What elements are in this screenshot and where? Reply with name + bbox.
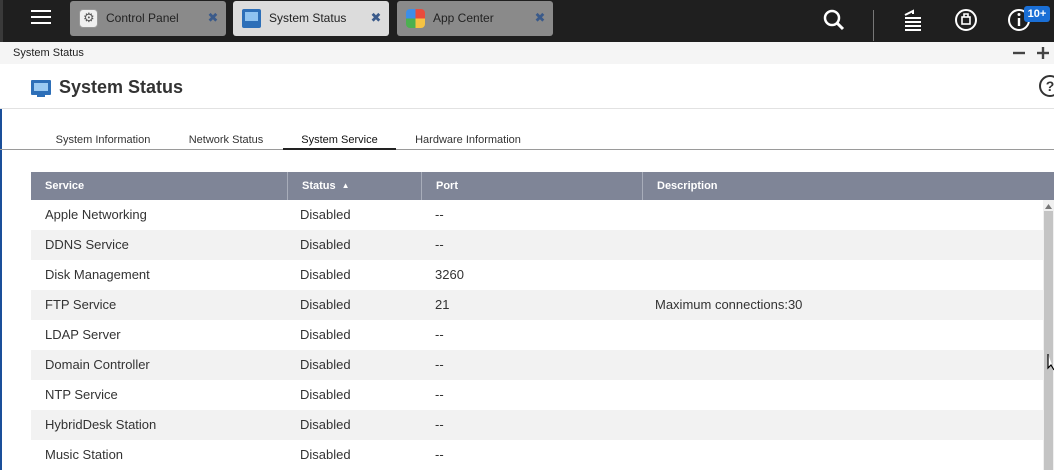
cell-description bbox=[641, 380, 655, 410]
column-label: Port bbox=[436, 180, 458, 192]
scroll-up-icon[interactable] bbox=[1043, 202, 1054, 211]
cell-description: Maximum connections:30 bbox=[655, 297, 803, 312]
cell-status: Disabled bbox=[300, 387, 351, 402]
cell-status: Disabled bbox=[300, 447, 351, 462]
cell-service: LDAP Server bbox=[45, 327, 121, 342]
maximize-button[interactable] bbox=[1033, 43, 1053, 63]
cell-service: Apple Networking bbox=[45, 207, 147, 222]
cell-description bbox=[641, 320, 655, 350]
table-row[interactable]: Music Station Disabled -- bbox=[31, 440, 1043, 470]
table-scrollbar[interactable] bbox=[1043, 200, 1054, 470]
app-center-icon bbox=[406, 9, 425, 28]
taskbar: Control Panel ✖ System Status ✖ App Cent… bbox=[0, 0, 1054, 42]
table-row[interactable]: HybridDesk Station Disabled -- bbox=[31, 410, 1043, 440]
tab-control-panel[interactable]: Control Panel ✖ bbox=[70, 1, 226, 36]
column-header-service[interactable]: Service bbox=[31, 172, 288, 200]
window-titlebar: System Status bbox=[0, 42, 1054, 64]
menu-line bbox=[31, 10, 51, 12]
cell-status: Disabled bbox=[300, 237, 351, 252]
cell-service: Music Station bbox=[45, 447, 124, 462]
cell-port: -- bbox=[435, 417, 444, 432]
main-menu-button[interactable] bbox=[27, 6, 55, 34]
tab-hardware-information[interactable]: Hardware Information bbox=[406, 128, 530, 150]
column-label: Status bbox=[302, 180, 336, 192]
subtab-bar: System Information Network Status System… bbox=[0, 128, 1054, 150]
menu-line bbox=[31, 22, 51, 24]
cell-service: DDNS Service bbox=[45, 237, 129, 252]
column-header-status[interactable]: Status ▲ bbox=[288, 172, 422, 200]
tab-label: App Center bbox=[433, 11, 494, 25]
cell-port: -- bbox=[435, 327, 444, 342]
cell-status: Disabled bbox=[300, 327, 351, 342]
cell-description bbox=[641, 350, 655, 380]
scroll-thumb[interactable] bbox=[1044, 211, 1053, 470]
service-table: Service Status ▲ Port Description Apple N… bbox=[31, 172, 1054, 470]
cell-service: Disk Management bbox=[45, 267, 150, 282]
column-label: Service bbox=[45, 180, 85, 192]
mouse-cursor-icon bbox=[1047, 353, 1054, 376]
table-row[interactable]: DDNS Service Disabled -- bbox=[31, 230, 1043, 260]
cell-service: Domain Controller bbox=[45, 357, 150, 372]
table-row[interactable]: Domain Controller Disabled -- bbox=[31, 350, 1043, 380]
taskbar-edge bbox=[0, 0, 3, 42]
close-icon[interactable]: ✖ bbox=[533, 11, 547, 25]
cell-description bbox=[641, 230, 655, 260]
table-row[interactable]: FTP Service Disabled 21 Maximum connecti… bbox=[31, 290, 1043, 320]
window-border bbox=[0, 64, 2, 470]
tab-label: System Status bbox=[269, 11, 347, 25]
cell-description bbox=[641, 440, 655, 470]
tab-system-status[interactable]: System Status ✖ bbox=[233, 1, 389, 36]
system-status-icon bbox=[31, 80, 51, 97]
column-label: Description bbox=[657, 180, 718, 192]
window-title: System Status bbox=[13, 47, 84, 59]
column-header-description[interactable]: Description bbox=[643, 172, 1054, 200]
minimize-button[interactable] bbox=[1009, 43, 1029, 63]
cell-port: 3260 bbox=[435, 267, 464, 282]
close-icon[interactable]: ✖ bbox=[369, 11, 383, 25]
table-row[interactable]: Apple Networking Disabled -- bbox=[31, 200, 1043, 230]
cell-status: Disabled bbox=[300, 267, 351, 282]
system-status-icon bbox=[242, 9, 261, 28]
cell-description bbox=[641, 200, 655, 230]
sort-ascending-icon: ▲ bbox=[341, 181, 350, 190]
cell-status: Disabled bbox=[300, 207, 351, 222]
menu-line bbox=[31, 16, 51, 18]
cell-port: -- bbox=[435, 207, 444, 222]
cell-status: Disabled bbox=[300, 297, 351, 312]
cell-port: -- bbox=[435, 357, 444, 372]
table-row[interactable]: NTP Service Disabled -- bbox=[31, 380, 1043, 410]
cell-service: NTP Service bbox=[45, 387, 118, 402]
tab-system-service[interactable]: System Service bbox=[283, 128, 396, 150]
cell-description bbox=[641, 260, 655, 290]
column-header-port[interactable]: Port bbox=[422, 172, 643, 200]
cell-port: -- bbox=[435, 237, 444, 252]
table-row[interactable]: Disk Management Disabled 3260 bbox=[31, 260, 1043, 290]
tab-app-center[interactable]: App Center ✖ bbox=[397, 1, 553, 36]
tab-network-status[interactable]: Network Status bbox=[176, 128, 276, 150]
table-row[interactable]: LDAP Server Disabled -- bbox=[31, 320, 1043, 350]
page-title: System Status bbox=[59, 77, 184, 97]
tab-system-information[interactable]: System Information bbox=[42, 128, 164, 150]
table-body: Apple Networking Disabled -- DDNS Servic… bbox=[31, 200, 1043, 470]
cell-port: -- bbox=[435, 447, 444, 462]
cell-service: FTP Service bbox=[45, 297, 117, 312]
page-header: System Status bbox=[0, 64, 1054, 109]
external-device-icon[interactable] bbox=[951, 5, 981, 35]
table-header: Service Status ▲ Port Description bbox=[31, 172, 1054, 200]
cell-service: HybridDesk Station bbox=[45, 417, 157, 432]
cell-port: 21 bbox=[435, 297, 450, 312]
background-tasks-icon[interactable] bbox=[898, 5, 928, 35]
cell-status: Disabled bbox=[300, 417, 351, 432]
tab-label: Control Panel bbox=[106, 11, 179, 25]
help-icon[interactable]: ? bbox=[1039, 75, 1054, 97]
search-icon[interactable] bbox=[819, 5, 849, 35]
notification-badge: 10+ bbox=[1024, 6, 1050, 22]
control-panel-icon bbox=[79, 9, 98, 28]
close-icon[interactable]: ✖ bbox=[206, 11, 220, 25]
taskbar-separator bbox=[873, 10, 874, 41]
cell-port: -- bbox=[435, 387, 444, 402]
cell-status: Disabled bbox=[300, 357, 351, 372]
cell-description bbox=[641, 410, 655, 440]
